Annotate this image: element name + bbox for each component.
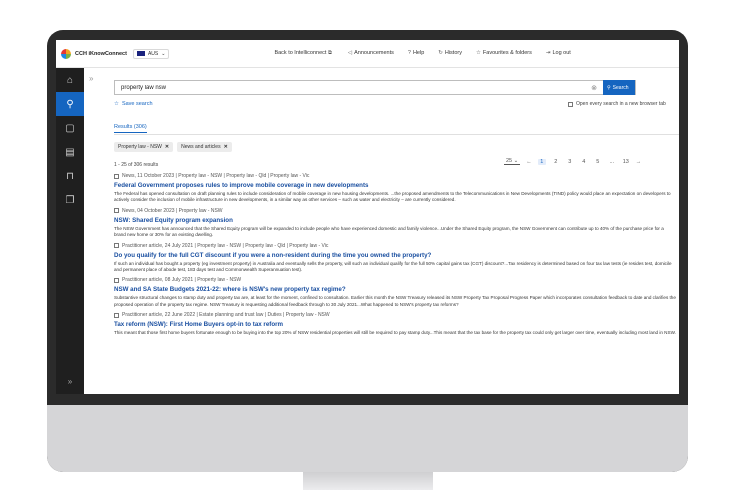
sidebar-item-search[interactable]: ⚲ bbox=[56, 92, 84, 116]
nav-history[interactable]: ↻ History bbox=[438, 50, 462, 57]
nav-announcements[interactable]: ◁ Announcements bbox=[348, 50, 394, 57]
page-button[interactable]: 5 bbox=[594, 159, 602, 165]
list-item: News, 04 October 2023 | Property law - N… bbox=[114, 208, 676, 239]
brand[interactable]: CCH iKnowConnect bbox=[61, 48, 127, 59]
search-button-label: Search bbox=[612, 84, 629, 91]
region-label: AUS bbox=[147, 50, 159, 57]
star-icon: ☆ bbox=[475, 50, 481, 56]
page-button[interactable]: 4 bbox=[580, 159, 588, 165]
result-title-link[interactable]: Tax reform (NSW): First Home Buyers opt-… bbox=[114, 321, 676, 328]
sidebar-item-book[interactable]: ⊓ bbox=[56, 164, 84, 188]
nav-favourites[interactable]: ☆ Favourites & folders bbox=[476, 50, 532, 57]
page-ellipsis: ... bbox=[609, 158, 615, 165]
filter-chip[interactable]: Property law - NSW ✕ bbox=[114, 142, 174, 152]
sidebar-item-news[interactable]: ▤ bbox=[56, 140, 84, 164]
results-list: News, 11 October 2023 | Property law - N… bbox=[114, 173, 676, 347]
search-icon: ⚲ bbox=[607, 84, 611, 91]
select-checkbox[interactable] bbox=[114, 312, 119, 318]
flag-icon bbox=[136, 51, 145, 56]
top-bar: CCH iKnowConnect AUS ⌄ Back to Intellico… bbox=[56, 40, 679, 68]
result-meta: Practitioner article, 22 June 2022 | Est… bbox=[122, 312, 330, 319]
panel-toggle-button[interactable]: » bbox=[89, 74, 93, 83]
prev-page-button[interactable]: ← bbox=[526, 159, 532, 165]
select-checkbox[interactable] bbox=[114, 277, 119, 283]
top-nav: Back to Intelliconnect ⧉ ◁ Announcements … bbox=[274, 50, 570, 57]
page-button[interactable]: 1 bbox=[537, 158, 546, 165]
filter-chips: Property law - NSW ✕ News and articles ✕ bbox=[114, 142, 232, 152]
tab-results[interactable]: Results (306) bbox=[114, 124, 147, 133]
page-button[interactable]: 13 bbox=[622, 159, 630, 165]
search-button[interactable]: ⚲ Search bbox=[603, 80, 635, 95]
nav-logout[interactable]: ⇥ Log out bbox=[546, 50, 571, 57]
save-search-link[interactable]: ☆ Save search bbox=[114, 101, 153, 107]
pagination: 25 ⌄ ← 1 2 3 4 5 ... 13 → bbox=[504, 158, 641, 165]
brand-logo-icon bbox=[61, 48, 71, 59]
page-button[interactable]: 3 bbox=[566, 159, 574, 165]
result-title-link[interactable]: NSW and SA State Budgets 2021-22: where … bbox=[114, 286, 676, 293]
sidebar-item-home[interactable]: ⌂ bbox=[56, 68, 84, 92]
sidebar: ⌂ ⚲ ▢ ▤ ⊓ ❐ » bbox=[56, 68, 84, 394]
history-icon: ↻ bbox=[438, 50, 443, 56]
list-item: Practitioner article, 22 June 2022 | Est… bbox=[114, 312, 676, 343]
list-item: Practitioner article, 24 July 2021 | Pro… bbox=[114, 243, 676, 274]
sidebar-expand-button[interactable]: » bbox=[56, 377, 84, 386]
double-chevron-right-icon: » bbox=[89, 74, 94, 83]
result-meta: News, 04 October 2023 | Property law - N… bbox=[122, 207, 223, 214]
result-meta: Practitioner article, 24 July 2021 | Pro… bbox=[122, 242, 329, 249]
search-bar: ⊗ ⚲ Search bbox=[114, 80, 636, 95]
result-snippet: Substantive structural changes to stamp … bbox=[114, 295, 676, 307]
nav-back-to-intelliconnect[interactable]: Back to Intelliconnect ⧉ bbox=[274, 50, 333, 57]
result-snippet: This meant that those first home buyers … bbox=[114, 330, 676, 336]
new-tab-option[interactable]: Open every search in a new browser tab bbox=[568, 101, 666, 107]
sidebar-item-briefcase[interactable]: ▢ bbox=[56, 116, 84, 140]
page-button[interactable]: 2 bbox=[552, 159, 560, 165]
book-icon: ⊓ bbox=[66, 170, 74, 182]
list-item: News, 11 October 2023 | Property law - N… bbox=[114, 173, 676, 204]
monitor-stand bbox=[303, 472, 433, 490]
nav-help[interactable]: ? Help bbox=[408, 50, 424, 57]
logout-icon: ⇥ bbox=[545, 50, 551, 56]
result-count: 1 - 25 of 306 results bbox=[114, 162, 159, 168]
megaphone-icon: ◁ bbox=[347, 50, 353, 56]
double-chevron-right-icon: » bbox=[67, 377, 73, 386]
search-icon: ⚲ bbox=[66, 98, 74, 110]
result-meta: News, 11 October 2023 | Property law - N… bbox=[122, 173, 310, 179]
per-page-select[interactable]: 25 ⌄ bbox=[504, 158, 521, 165]
external-link-icon: ⧉ bbox=[327, 50, 332, 56]
result-meta: Practitioner article, 08 July 2021 | Pro… bbox=[122, 277, 242, 284]
select-checkbox[interactable] bbox=[114, 173, 119, 179]
documents-icon: ❐ bbox=[65, 194, 75, 206]
tab-divider bbox=[114, 134, 679, 135]
briefcase-icon: ▢ bbox=[65, 122, 75, 134]
result-title-link[interactable]: NSW: Shared Equity program expansion bbox=[114, 217, 676, 224]
new-tab-checkbox[interactable] bbox=[568, 101, 573, 107]
region-selector[interactable]: AUS ⌄ bbox=[132, 48, 170, 59]
filter-chip[interactable]: News and articles ✕ bbox=[177, 142, 232, 152]
result-snippet: If such an individual has bought a prope… bbox=[114, 260, 672, 272]
home-icon: ⌂ bbox=[66, 74, 74, 86]
result-snippet: The Federal has opened consultation on d… bbox=[114, 191, 671, 203]
monitor-chin bbox=[47, 405, 688, 472]
clear-icon[interactable]: ⊗ bbox=[591, 84, 597, 92]
chevron-down-icon: ⌄ bbox=[161, 50, 166, 57]
result-title-link[interactable]: Do you qualify for the full CGT discount… bbox=[114, 252, 676, 259]
close-icon[interactable]: ✕ bbox=[224, 144, 228, 150]
search-input[interactable] bbox=[115, 84, 592, 91]
select-checkbox[interactable] bbox=[114, 243, 119, 249]
help-icon: ? bbox=[407, 50, 411, 56]
select-checkbox[interactable] bbox=[114, 208, 119, 214]
chevron-down-icon: ⌄ bbox=[513, 158, 519, 164]
news-icon: ▤ bbox=[65, 146, 75, 158]
close-icon[interactable]: ✕ bbox=[165, 144, 169, 150]
star-icon: ☆ bbox=[114, 101, 119, 107]
next-page-button[interactable]: → bbox=[636, 159, 642, 165]
list-item: Practitioner article, 08 July 2021 | Pro… bbox=[114, 277, 676, 308]
result-snippet: The NSW Government has announced that th… bbox=[114, 225, 664, 238]
result-title-link[interactable]: Federal Government proposes rules to imp… bbox=[114, 182, 676, 189]
app-screen: CCH iKnowConnect AUS ⌄ Back to Intellico… bbox=[56, 40, 679, 394]
sidebar-item-documents[interactable]: ❐ bbox=[56, 188, 84, 212]
brand-name: CCH iKnowConnect bbox=[75, 50, 127, 57]
